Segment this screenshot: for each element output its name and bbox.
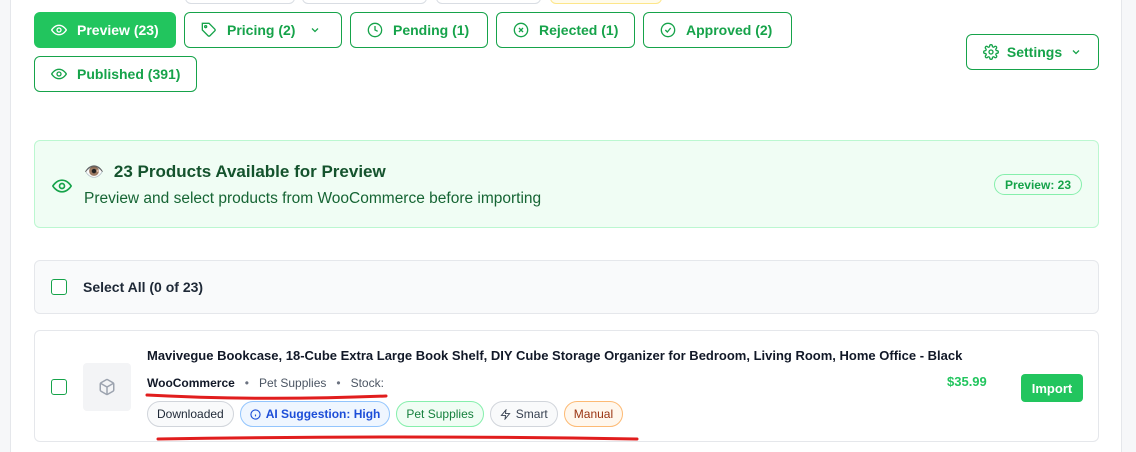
product-checkbox[interactable] (51, 379, 67, 395)
hidden-tab (302, 0, 427, 4)
hidden-tab (185, 0, 295, 4)
gear-icon (982, 44, 999, 60)
eye-icon (52, 179, 72, 193)
product-card: Mavivegue Bookcase, 18-Cube Extra Large … (34, 330, 1099, 442)
settings-label: Settings (1006, 44, 1063, 60)
tab-label: Rejected (1) (539, 22, 619, 38)
select-all-checkbox[interactable] (51, 279, 67, 295)
product-category: Pet Supplies (259, 376, 327, 390)
import-button[interactable]: Import (1021, 374, 1083, 402)
product-title: Mavivegue Bookcase, 18-Cube Extra Large … (147, 348, 963, 363)
tab-preview[interactable]: Preview (23) (34, 12, 176, 48)
tab-pricing[interactable]: Pricing (2) (184, 12, 342, 48)
select-all-bar: Select All (0 of 23) (34, 260, 1099, 314)
product-price: $35.99 (947, 374, 987, 389)
tab-pending[interactable]: Pending (1) (350, 12, 488, 48)
product-badges: Downloaded AI Suggestion: High Pet Suppl… (147, 401, 624, 427)
settings-button[interactable]: Settings (966, 34, 1099, 70)
banner-subtitle: Preview and select products from WooComm… (84, 190, 542, 207)
package-icon (99, 378, 115, 396)
eye-icon (51, 24, 67, 36)
separator-dot: • (336, 376, 341, 390)
product-stock: Stock: (350, 376, 384, 390)
product-meta: WooCommerce • Pet Supplies • Stock: (147, 376, 384, 390)
hidden-tab (550, 0, 662, 4)
ai-suggestion-badge: AI Suggestion: High (239, 401, 391, 427)
tab-label: Published (391) (77, 66, 181, 82)
clock-icon (367, 22, 383, 38)
chevron-down-icon (312, 28, 319, 33)
smart-label: Smart (515, 407, 548, 421)
category-badge: Pet Supplies (396, 401, 484, 427)
hidden-tab (436, 0, 541, 4)
smart-badge: Smart (489, 401, 558, 427)
banner-title: 👁️ 23 Products Available for Preview (84, 162, 386, 182)
ai-suggestion-label: AI Suggestion: High (265, 407, 381, 421)
tag-icon (201, 22, 216, 37)
chevron-down-icon (1072, 50, 1080, 55)
product-thumbnail (83, 363, 131, 411)
tab-label: Preview (23) (77, 22, 159, 38)
product-source: WooCommerce (147, 376, 235, 390)
tab-label: Pricing (2) (227, 22, 296, 38)
tab-rejected[interactable]: Rejected (1) (496, 12, 635, 48)
tab-label: Approved (2) (686, 22, 773, 38)
tab-label: Pending (1) (393, 22, 470, 38)
tab-approved[interactable]: Approved (2) (643, 12, 792, 48)
check-circle-icon (660, 22, 676, 38)
x-circle-icon (513, 22, 529, 38)
preview-banner: 👁️ 23 Products Available for Preview Pre… (34, 140, 1099, 228)
separator-dot: • (244, 376, 249, 390)
eye-emoji-icon: 👁️ (84, 164, 104, 181)
banner-title-text: 23 Products Available for Preview (113, 162, 386, 181)
select-all-label[interactable]: Select All (0 of 23) (83, 279, 203, 295)
manual-badge: Manual (563, 401, 624, 427)
tab-published[interactable]: Published (391) (34, 56, 197, 92)
lightning-icon (500, 408, 511, 420)
downloaded-badge: Downloaded (147, 401, 234, 427)
eye-icon (51, 68, 67, 80)
preview-count-badge: Preview: 23 (993, 174, 1082, 195)
info-icon (250, 408, 261, 420)
